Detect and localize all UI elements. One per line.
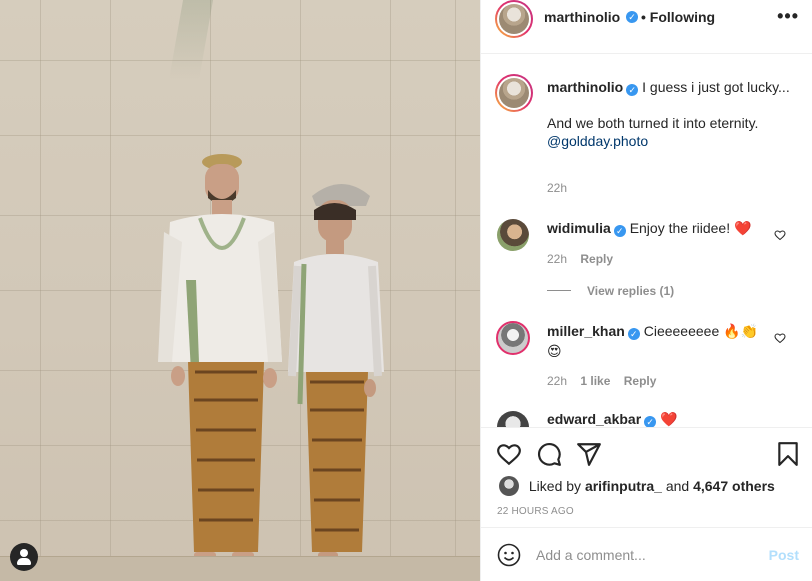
liker-username[interactable]: arifinputra_ (585, 478, 662, 494)
comment-likes[interactable]: 1 like (580, 374, 610, 388)
more-options-icon[interactable]: ••• (777, 6, 799, 27)
heart-eyes-emoji: 😍 (547, 343, 562, 359)
caption-avatar[interactable] (495, 74, 533, 112)
post-header: marthinolio ✓ • Following ••• (481, 0, 812, 54)
comment-text: miller_khan ✓ Cieeeeeeee 🔥👏 😍 (547, 321, 777, 361)
couple-illustration (158, 154, 384, 564)
floor-step (0, 556, 480, 581)
liked-and: and (665, 478, 690, 494)
posted-time[interactable]: 22 HOURS AGO (497, 506, 574, 517)
caption-line-2: And we both turned it into eternity. (547, 115, 759, 131)
view-replies-label: View replies (1) (587, 284, 675, 298)
caption-line-1: I guess i just got lucky... (642, 79, 790, 95)
like-heart-icon[interactable] (496, 441, 522, 467)
mention-link[interactable]: @goldday.photo (547, 133, 648, 149)
verified-badge-icon: ✓ (644, 416, 657, 427)
caption-text: marthinolio ✓ I guess i just got lucky...… (547, 78, 797, 150)
like-comment-heart-icon[interactable] (774, 229, 786, 241)
groom-figure (158, 154, 282, 560)
likes-count[interactable]: 4,647 others (693, 478, 775, 494)
caption-username[interactable]: marthinolio (547, 79, 623, 95)
commenter-avatar[interactable] (497, 219, 529, 251)
add-comment-bar: Post (481, 527, 812, 581)
bride-figure (288, 184, 384, 564)
commenter-username[interactable]: edward_akbar (547, 411, 641, 427)
verified-badge-icon: ✓ (627, 328, 640, 340)
post-actions: Liked by arifinputra_ and 4,647 others 2… (481, 427, 812, 527)
author-avatar[interactable] (495, 0, 533, 38)
verified-badge-icon: ✓ (626, 84, 639, 96)
view-replies-button[interactable]: View replies (1) (547, 284, 674, 298)
verified-badge-icon: ✓ (626, 11, 638, 23)
post-comment-button[interactable]: Post (769, 547, 799, 563)
comment-meta: 22h 1 like Reply (547, 374, 656, 388)
replies-divider (547, 290, 571, 291)
comments-list[interactable]: marthinolio ✓ I guess i just got lucky...… (481, 55, 812, 427)
liked-by-prefix: Liked by (528, 478, 582, 494)
commenter-avatar[interactable] (496, 321, 530, 355)
post-photo[interactable] (0, 0, 480, 581)
verified-badge-icon: ✓ (613, 225, 626, 237)
comment-bubble-icon[interactable] (536, 441, 562, 467)
caption-time[interactable]: 22h (547, 181, 567, 195)
commenter-username[interactable]: miller_khan (547, 323, 625, 339)
commenter-avatar[interactable] (497, 411, 529, 427)
comment-text: widimulia ✓ Enjoy the riidee! ❤️ (547, 218, 777, 238)
author-username[interactable]: marthinolio (544, 9, 620, 25)
share-send-icon[interactable] (576, 441, 602, 467)
comment-body: Enjoy the riidee! (629, 220, 731, 236)
likes-summary: Liked by arifinputra_ and 4,647 others (499, 476, 775, 496)
tagged-people-icon[interactable] (10, 543, 38, 571)
fire-clap-emoji: 🔥👏 (723, 323, 758, 339)
comment-body: Cieeeeeeee (643, 323, 720, 339)
comment-text: edward_akbar ✓ ❤️ (547, 409, 777, 427)
emoji-smile-icon[interactable] (497, 543, 521, 567)
heart-emoji: ❤️ (660, 411, 678, 427)
following-status[interactable]: • Following (641, 9, 715, 25)
reply-button[interactable]: Reply (580, 252, 613, 266)
like-comment-heart-icon[interactable] (774, 332, 786, 344)
comment-input[interactable] (536, 544, 756, 566)
comment-time[interactable]: 22h (547, 374, 567, 388)
comment-meta: 22h Reply (547, 252, 613, 266)
heart-emoji: ❤️ (733, 220, 752, 236)
commenter-username[interactable]: widimulia (547, 220, 611, 236)
post-details-panel: marthinolio ✓ • Following ••• marthinoli… (480, 0, 812, 581)
comment-time[interactable]: 22h (547, 252, 567, 266)
save-bookmark-icon[interactable] (775, 441, 801, 467)
reply-button[interactable]: Reply (624, 374, 657, 388)
liker-avatar[interactable] (499, 476, 519, 496)
